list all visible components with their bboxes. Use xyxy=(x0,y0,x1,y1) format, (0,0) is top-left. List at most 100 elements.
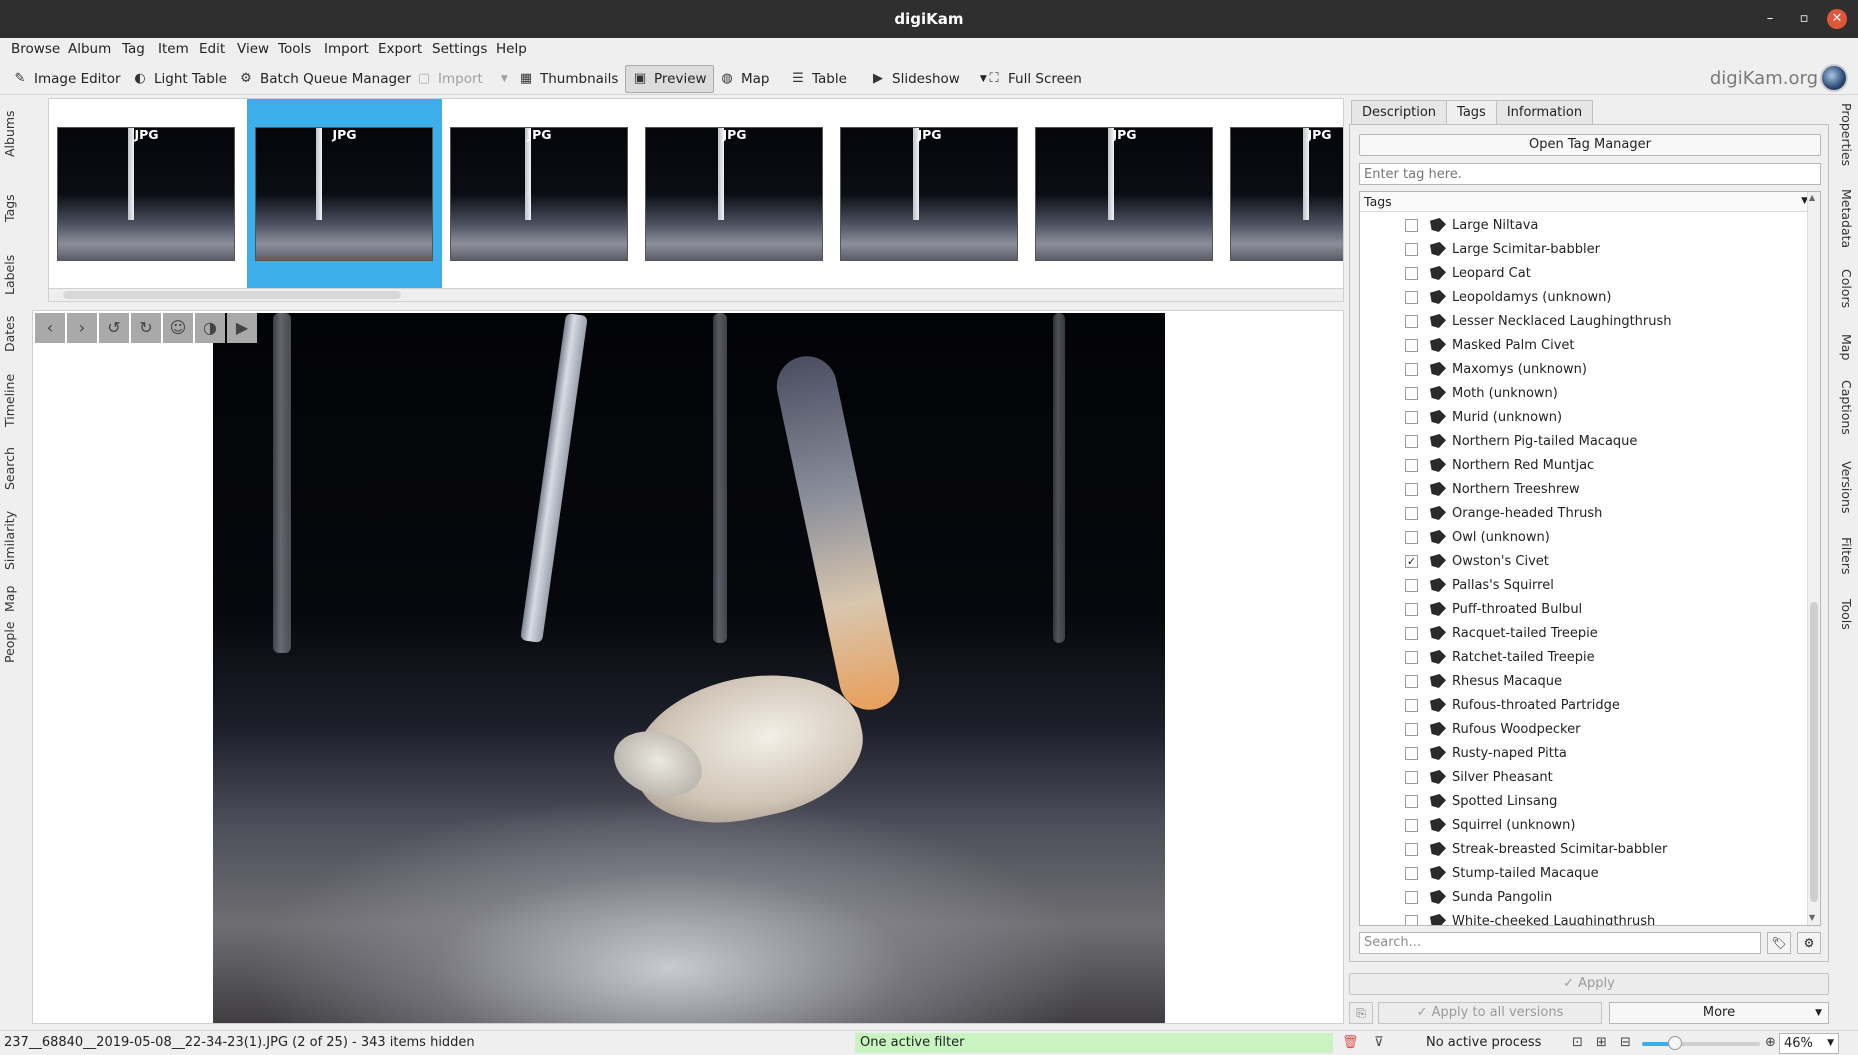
brand-link[interactable]: digiKam.org xyxy=(1710,68,1818,89)
add-tag-icon[interactable]: 🏷 xyxy=(1767,932,1791,954)
tag-checkbox[interactable] xyxy=(1405,242,1418,256)
sidebar-tab-albums[interactable]: Albums xyxy=(2,110,17,157)
tag-row[interactable]: Stump-tailed Macaque xyxy=(1360,861,1808,885)
tag-row[interactable]: Northern Red Muntjac xyxy=(1360,453,1808,477)
tag-row[interactable]: Owl (unknown) xyxy=(1360,525,1808,549)
zoom-out-icon[interactable]: ⊟ xyxy=(1620,1035,1631,1050)
tag-row[interactable]: Lesser Necklaced Laughingthrush xyxy=(1360,309,1808,333)
tag-row[interactable]: Puff-throated Bulbul xyxy=(1360,597,1808,621)
tag-checkbox[interactable]: ✓ xyxy=(1405,554,1418,568)
preview-button[interactable]: ▣ Preview xyxy=(625,65,714,93)
tag-checkbox[interactable] xyxy=(1405,458,1418,472)
tag-checkbox[interactable] xyxy=(1405,266,1418,280)
thumbnail[interactable]: JPG xyxy=(1027,99,1222,289)
face-tag-icon[interactable]: ◑ xyxy=(195,313,225,343)
zoom-actual-icon[interactable]: ⊞ xyxy=(1596,1035,1607,1050)
zoom-slider-handle[interactable] xyxy=(1667,1036,1682,1050)
tag-checkbox[interactable] xyxy=(1405,530,1418,544)
tag-row[interactable]: Spotted Linsang xyxy=(1360,789,1808,813)
slideshow-button[interactable]: ▶ Slideshow ▼ xyxy=(864,65,993,93)
minimize-icon[interactable]: – xyxy=(1760,9,1780,29)
tag-checkbox[interactable] xyxy=(1405,506,1418,520)
zoom-slider[interactable] xyxy=(1642,1036,1760,1050)
sidebar-tab-similarity[interactable]: Similarity xyxy=(2,511,17,570)
tag-row[interactable]: Leopard Cat xyxy=(1360,261,1808,285)
menu-album[interactable]: Album xyxy=(68,41,111,57)
tag-checkbox[interactable] xyxy=(1405,842,1418,856)
tag-checkbox[interactable] xyxy=(1405,362,1418,376)
thumbnail[interactable]: JPG xyxy=(49,99,244,289)
image-editor-button[interactable]: ✎ Image Editor xyxy=(6,65,127,93)
sidebar-tab-properties[interactable]: Properties xyxy=(1839,103,1854,166)
sidebar-tab-search[interactable]: Search xyxy=(2,447,17,490)
revert-icon[interactable]: ⎘ xyxy=(1349,1002,1373,1024)
tag-row[interactable]: Large Niltava xyxy=(1360,213,1808,237)
sidebar-tab-versions[interactable]: Versions xyxy=(1839,461,1854,513)
thumbnail[interactable]: JPG xyxy=(637,99,832,289)
filter-icon[interactable]: ⊽ xyxy=(1374,1035,1384,1050)
tag-row[interactable]: Rufous-throated Partridge xyxy=(1360,693,1808,717)
scrollbar-handle[interactable] xyxy=(63,291,401,299)
thumbnails-button[interactable]: ▦ Thumbnails xyxy=(512,65,624,93)
play-icon[interactable]: ▶ xyxy=(227,313,257,343)
sidebar-tab-filters[interactable]: Filters xyxy=(1839,537,1854,574)
sidebar-tab-map[interactable]: Map xyxy=(2,586,17,612)
tag-checkbox[interactable] xyxy=(1405,914,1418,925)
menu-import[interactable]: Import xyxy=(324,41,369,57)
tag-checkbox[interactable] xyxy=(1405,866,1418,880)
sidebar-tab-dates[interactable]: Dates xyxy=(2,316,17,352)
menu-help[interactable]: Help xyxy=(496,41,527,57)
sidebar-tab-people[interactable]: People xyxy=(2,621,17,663)
scrollbar-handle[interactable] xyxy=(1810,602,1818,902)
tag-row[interactable]: Pallas's Squirrel xyxy=(1360,573,1808,597)
apply-button[interactable]: ✓ Apply xyxy=(1349,973,1829,995)
sidebar-tab-timeline[interactable]: Timeline xyxy=(2,374,17,427)
menu-export[interactable]: Export xyxy=(378,41,422,57)
tag-row[interactable]: Rusty-naped Pitta xyxy=(1360,741,1808,765)
table-button[interactable]: ☰ Table xyxy=(784,65,853,93)
tag-checkbox[interactable] xyxy=(1405,386,1418,400)
thumbnail[interactable]: JPG xyxy=(832,99,1027,289)
sidebar-tab-captions[interactable]: Captions xyxy=(1839,380,1854,435)
menu-tag[interactable]: Tag xyxy=(122,41,145,57)
tag-checkbox[interactable] xyxy=(1405,410,1418,424)
close-icon[interactable]: ✕ xyxy=(1827,9,1847,29)
tag-row[interactable]: Moth (unknown) xyxy=(1360,381,1808,405)
add-face-icon[interactable]: ☺ xyxy=(163,313,193,343)
tag-row[interactable]: Sunda Pangolin xyxy=(1360,885,1808,909)
tag-tree-header[interactable]: Tags ▼ xyxy=(1360,192,1820,212)
tag-row[interactable]: Streak-breasted Scimitar-babbler xyxy=(1360,837,1808,861)
thumbnail-selected[interactable]: JPG xyxy=(247,99,442,289)
open-tag-manager-button[interactable]: Open Tag Manager xyxy=(1359,134,1821,156)
sidebar-tab-map-right[interactable]: Map xyxy=(1839,334,1854,360)
tag-row[interactable]: Northern Treeshrew xyxy=(1360,477,1808,501)
tag-checkbox[interactable] xyxy=(1405,650,1418,664)
tag-row[interactable]: Rufous Woodpecker xyxy=(1360,717,1808,741)
tag-checkbox[interactable] xyxy=(1405,890,1418,904)
tag-row[interactable]: Leopoldamys (unknown) xyxy=(1360,285,1808,309)
tag-checkbox[interactable] xyxy=(1405,338,1418,352)
tag-checkbox[interactable] xyxy=(1405,674,1418,688)
tag-checkbox[interactable] xyxy=(1405,626,1418,640)
tag-checkbox[interactable] xyxy=(1405,434,1418,448)
thumbnail[interactable]: JPG xyxy=(442,99,637,289)
sidebar-tab-tools[interactable]: Tools xyxy=(1839,599,1854,630)
maximize-icon[interactable]: ▫ xyxy=(1794,9,1814,29)
tag-row[interactable]: Northern Pig-tailed Macaque xyxy=(1360,429,1808,453)
zoom-fit-icon[interactable]: ⊡ xyxy=(1572,1035,1583,1050)
tab-tags[interactable]: Tags xyxy=(1446,100,1497,124)
tag-row[interactable]: Masked Palm Civet xyxy=(1360,333,1808,357)
tag-row[interactable]: Murid (unknown) xyxy=(1360,405,1808,429)
batch-queue-button[interactable]: ⚙ Batch Queue Manager xyxy=(232,65,417,93)
status-filter-indicator[interactable]: One active filter xyxy=(855,1033,1333,1053)
tag-checkbox[interactable] xyxy=(1405,602,1418,616)
tag-row[interactable]: Orange-headed Thrush xyxy=(1360,501,1808,525)
menu-edit[interactable]: Edit xyxy=(199,41,225,57)
tag-checkbox[interactable] xyxy=(1405,218,1418,232)
tag-checkbox[interactable] xyxy=(1405,290,1418,304)
rotate-right-icon[interactable]: ↻ xyxy=(131,313,161,343)
menu-tools[interactable]: Tools xyxy=(278,41,311,57)
tag-checkbox[interactable] xyxy=(1405,698,1418,712)
tab-description[interactable]: Description xyxy=(1351,100,1448,124)
map-button[interactable]: ◍ Map xyxy=(713,65,776,93)
